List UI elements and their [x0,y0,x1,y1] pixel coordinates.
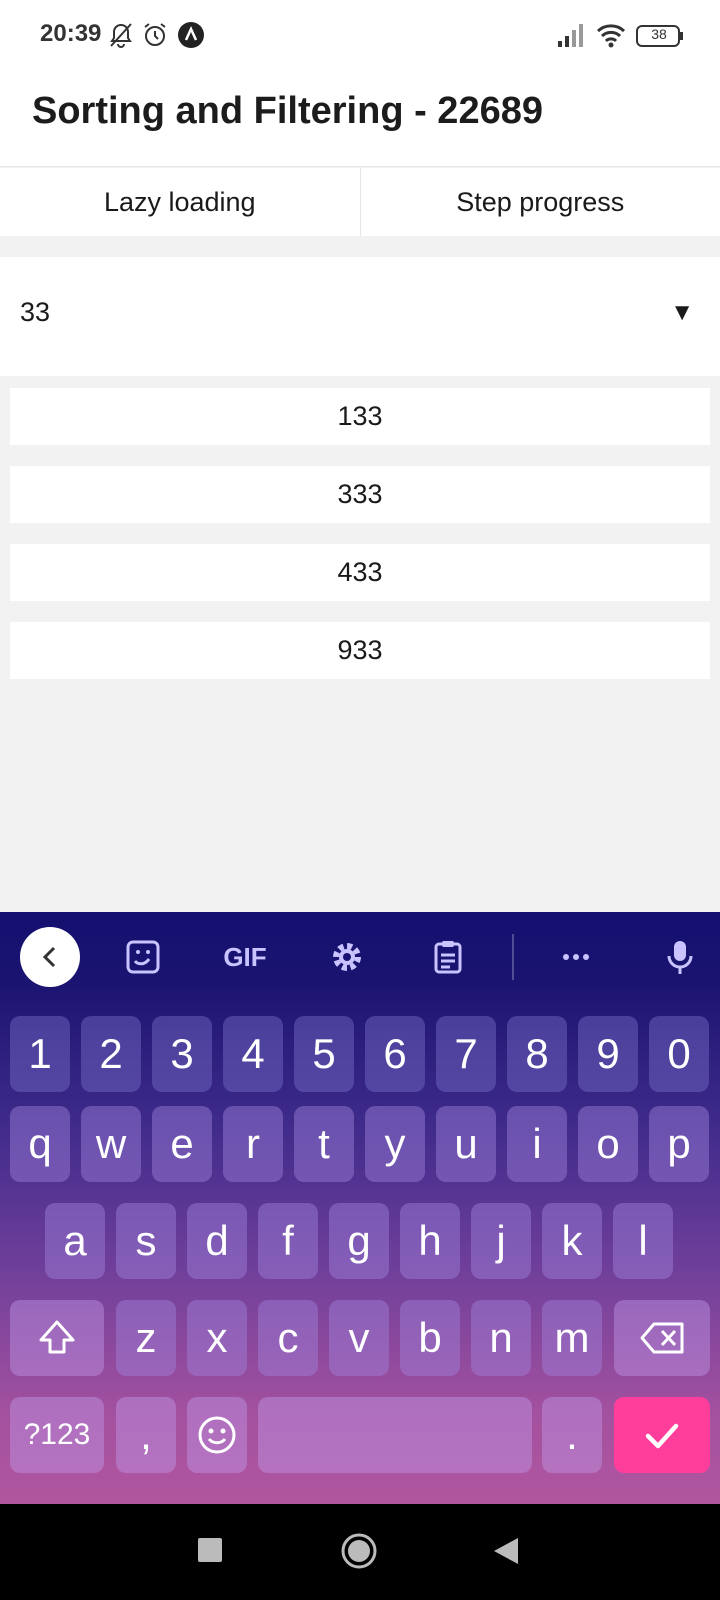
key-c[interactable]: c [258,1300,318,1376]
app-header: Sorting and Filtering - 22689 [0,70,720,167]
key-v[interactable]: v [329,1300,389,1376]
key-p[interactable]: p [649,1106,709,1182]
space-key[interactable] [258,1397,532,1473]
list-item[interactable]: 333 [10,466,710,523]
key-r[interactable]: r [223,1106,283,1182]
key-z[interactable]: z [116,1300,176,1376]
soft-keyboard: GIF 1 2 3 4 5 6 7 8 9 0 q w e r t y u i … [0,912,720,1504]
key-y[interactable]: y [365,1106,425,1182]
status-time: 20:39 [40,20,102,47]
checkmark-icon [645,1423,679,1449]
key-5[interactable]: 5 [294,1016,354,1092]
back-nav-icon[interactable] [492,1536,520,1571]
key-7[interactable]: 7 [436,1016,496,1092]
key-x[interactable]: x [187,1300,247,1376]
symbols-key[interactable]: ?123 [10,1397,104,1473]
key-w[interactable]: w [81,1106,141,1182]
filter-value: 33 [20,297,51,327]
backspace-icon [640,1322,684,1354]
key-4[interactable]: 4 [223,1016,283,1092]
list-item[interactable]: 433 [10,544,710,601]
key-b[interactable]: b [400,1300,460,1376]
bell-off-icon [106,20,136,50]
comma-key[interactable]: , [116,1397,176,1473]
backspace-key[interactable] [614,1300,710,1376]
signal-icon [556,20,586,50]
sticker-icon[interactable] [113,927,173,987]
key-j[interactable]: j [471,1203,531,1279]
back-icon[interactable] [20,927,80,987]
key-2[interactable]: 2 [81,1016,141,1092]
key-s[interactable]: s [116,1203,176,1279]
settings-icon[interactable] [317,927,377,987]
key-o[interactable]: o [578,1106,638,1182]
tab-lazy-loading[interactable]: Lazy loading [0,168,360,236]
key-8[interactable]: 8 [507,1016,567,1092]
toolbar-divider [512,934,514,980]
key-m[interactable]: m [542,1300,602,1376]
key-d[interactable]: d [187,1203,247,1279]
tab-step-progress[interactable]: Step progress [359,168,720,236]
filter-select[interactable]: 33 ▼ [0,257,720,376]
shift-icon [39,1320,75,1354]
recents-icon[interactable] [198,1538,222,1567]
enter-key[interactable] [614,1397,710,1473]
key-6[interactable]: 6 [365,1016,425,1092]
key-l[interactable]: l [613,1203,673,1279]
key-a[interactable]: a [45,1203,105,1279]
alarm-icon [140,20,170,50]
clipboard-icon[interactable] [418,927,478,987]
dropdown-arrow-icon: ▼ [670,299,694,326]
emoji-key[interactable] [187,1397,247,1473]
key-h[interactable]: h [400,1203,460,1279]
key-1[interactable]: 1 [10,1016,70,1092]
battery-level: 38 [651,26,667,42]
key-9[interactable]: 9 [578,1016,638,1092]
key-k[interactable]: k [542,1203,602,1279]
key-g[interactable]: g [329,1203,389,1279]
status-bar: 20:39 38 [0,0,720,70]
keyboard-toolbar: GIF [0,912,720,1002]
key-f[interactable]: f [258,1203,318,1279]
wifi-icon [596,20,626,50]
page-title: Sorting and Filtering - 22689 [32,90,543,132]
key-i[interactable]: i [507,1106,567,1182]
key-t[interactable]: t [294,1106,354,1182]
home-icon[interactable] [340,1532,378,1575]
list-item[interactable]: 133 [10,388,710,445]
more-icon[interactable] [546,927,606,987]
key-u[interactable]: u [436,1106,496,1182]
list-item[interactable]: 933 [10,622,710,679]
key-n[interactable]: n [471,1300,531,1376]
key-3[interactable]: 3 [152,1016,212,1092]
key-e[interactable]: e [152,1106,212,1182]
period-key[interactable]: . [542,1397,602,1473]
app-notification-icon [176,20,206,50]
mic-icon[interactable] [650,927,710,987]
key-q[interactable]: q [10,1106,70,1182]
key-0[interactable]: 0 [649,1016,709,1092]
emoji-icon [198,1416,236,1454]
navigation-bar [0,1504,720,1600]
gif-button[interactable]: GIF [214,927,276,987]
tab-bar: Lazy loading Step progress [0,168,720,236]
shift-key[interactable] [10,1300,104,1376]
